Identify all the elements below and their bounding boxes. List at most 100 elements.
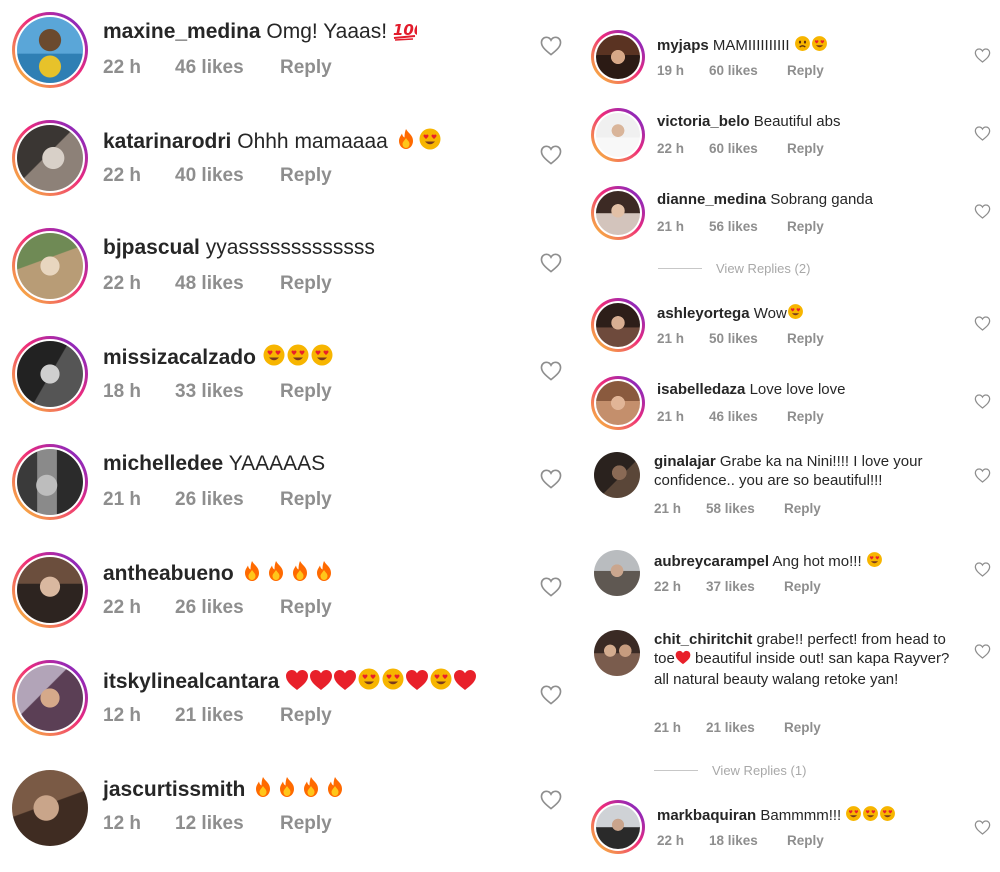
- avatar[interactable]: [591, 30, 645, 84]
- view-replies-button[interactable]: View Replies (2): [658, 261, 810, 276]
- comment-username[interactable]: antheabueno: [103, 562, 234, 585]
- fire-emoji: [394, 127, 418, 158]
- avatar[interactable]: [591, 376, 645, 430]
- reply-button[interactable]: Reply: [280, 57, 332, 79]
- avatar[interactable]: [591, 298, 645, 352]
- reply-button[interactable]: Reply: [787, 331, 824, 346]
- reply-button[interactable]: Reply: [787, 63, 824, 78]
- comment-username[interactable]: dianne_medina: [657, 191, 766, 208]
- comment-likes[interactable]: 48 likes: [175, 273, 280, 295]
- avatar[interactable]: [591, 186, 645, 240]
- comment-likes[interactable]: 26 likes: [175, 597, 280, 619]
- comment-username[interactable]: isabelledaza: [657, 381, 745, 398]
- like-heart-icon[interactable]: [974, 820, 991, 835]
- like-heart-icon[interactable]: [974, 394, 991, 409]
- comment-username[interactable]: markbaquiran: [657, 807, 756, 824]
- comment-likes[interactable]: 46 likes: [709, 409, 787, 424]
- reply-button[interactable]: Reply: [787, 409, 824, 424]
- comment-username[interactable]: missizacalzado: [103, 346, 256, 369]
- like-heart-icon[interactable]: [974, 644, 991, 659]
- avatar[interactable]: [12, 228, 88, 304]
- like-heart-icon[interactable]: [974, 468, 991, 483]
- comment-username[interactable]: victoria_belo: [657, 113, 750, 130]
- comment-time: 19 h: [657, 63, 685, 78]
- comment-username[interactable]: maxine_medina: [103, 20, 261, 43]
- avatar[interactable]: [591, 108, 645, 162]
- comment-username[interactable]: ginalajar: [654, 453, 716, 470]
- reply-button[interactable]: Reply: [280, 813, 332, 835]
- avatar[interactable]: [12, 660, 88, 736]
- comment-item: katarinarodri Ohhh mamaaaa 22 h 40 likes R…: [0, 118, 575, 218]
- comment-likes[interactable]: 18 likes: [709, 833, 787, 848]
- like-heart-icon[interactable]: [974, 48, 991, 63]
- comment-likes[interactable]: 60 likes: [709, 141, 787, 156]
- comment-likes[interactable]: 26 likes: [175, 489, 280, 511]
- comment-likes[interactable]: 40 likes: [175, 165, 280, 187]
- reply-button[interactable]: Reply: [280, 381, 332, 403]
- avatar[interactable]: [594, 630, 640, 676]
- view-replies-button[interactable]: View Replies (1): [654, 763, 806, 778]
- comment-likes[interactable]: 33 likes: [175, 381, 280, 403]
- comment-username[interactable]: itskylinealcantara: [103, 670, 279, 693]
- comment-likes[interactable]: 12 likes: [175, 813, 280, 835]
- reply-button[interactable]: Reply: [784, 501, 821, 516]
- comment-text: myjaps MAMIIIIIIIIII: [657, 35, 977, 58]
- like-heart-icon[interactable]: [974, 316, 991, 331]
- comment-likes[interactable]: 21 likes: [175, 705, 280, 727]
- avatar[interactable]: [591, 800, 645, 854]
- comment-likes[interactable]: 46 likes: [175, 57, 280, 79]
- reply-button[interactable]: Reply: [787, 833, 824, 848]
- comment-username[interactable]: chit_chiritchit: [654, 631, 752, 648]
- comment-username[interactable]: aubreycarampel: [654, 553, 769, 570]
- comment-item: markbaquiran Bammmm!!! 22 h 18 likes Reply: [580, 800, 1000, 870]
- like-heart-icon[interactable]: [540, 469, 562, 489]
- like-heart-icon[interactable]: [540, 790, 562, 810]
- comment-likes[interactable]: 50 likes: [709, 331, 787, 346]
- comments-column-right: myjaps MAMIIIIIIIIII 19 h 60 likes Reply v…: [580, 0, 1000, 872]
- like-heart-icon[interactable]: [974, 562, 991, 577]
- comment-likes[interactable]: 37 likes: [706, 579, 784, 594]
- replies-divider: [658, 268, 702, 269]
- comment-username[interactable]: michelledee: [103, 452, 223, 475]
- like-heart-icon[interactable]: [540, 145, 562, 165]
- avatar[interactable]: [12, 770, 88, 846]
- like-heart-icon[interactable]: [974, 126, 991, 141]
- avatar[interactable]: [12, 444, 88, 520]
- reply-button[interactable]: Reply: [280, 165, 332, 187]
- comment-likes[interactable]: 58 likes: [706, 501, 784, 516]
- avatar[interactable]: [12, 12, 88, 88]
- reply-button[interactable]: Reply: [787, 219, 824, 234]
- comment-time: 18 h: [103, 381, 142, 402]
- reply-button[interactable]: Reply: [784, 720, 821, 735]
- reply-button[interactable]: Reply: [280, 597, 332, 619]
- avatar[interactable]: [12, 552, 88, 628]
- like-heart-icon[interactable]: [540, 685, 562, 705]
- like-heart-icon[interactable]: [540, 253, 562, 273]
- comment-likes[interactable]: 56 likes: [709, 219, 787, 234]
- avatar[interactable]: [12, 120, 88, 196]
- fire-emoji: [288, 559, 312, 590]
- comment-username[interactable]: myjaps: [657, 37, 709, 54]
- reply-button[interactable]: Reply: [280, 273, 332, 295]
- reply-button[interactable]: Reply: [280, 489, 332, 511]
- avatar[interactable]: [594, 550, 640, 596]
- like-heart-icon[interactable]: [540, 361, 562, 381]
- comment-username[interactable]: bjpascual: [103, 236, 200, 259]
- comment-body: Ohhh mamaaaa: [237, 130, 388, 153]
- avatar[interactable]: [12, 336, 88, 412]
- reply-button[interactable]: Reply: [784, 579, 821, 594]
- comment-likes[interactable]: 60 likes: [709, 63, 787, 78]
- red-heart-emoji: [333, 669, 357, 698]
- avatar[interactable]: [594, 452, 640, 498]
- 100-emoji: 100: [393, 19, 424, 48]
- comment-username[interactable]: katarinarodri: [103, 130, 231, 153]
- comment-username[interactable]: jascurtissmith: [103, 778, 245, 801]
- heart-eyes-emoji: [418, 127, 442, 158]
- comment-likes[interactable]: 21 likes: [706, 720, 784, 735]
- like-heart-icon[interactable]: [974, 204, 991, 219]
- like-heart-icon[interactable]: [540, 577, 562, 597]
- reply-button[interactable]: Reply: [280, 705, 332, 727]
- reply-button[interactable]: Reply: [787, 141, 824, 156]
- like-heart-icon[interactable]: [540, 36, 562, 56]
- comment-username[interactable]: ashleyortega: [657, 305, 750, 322]
